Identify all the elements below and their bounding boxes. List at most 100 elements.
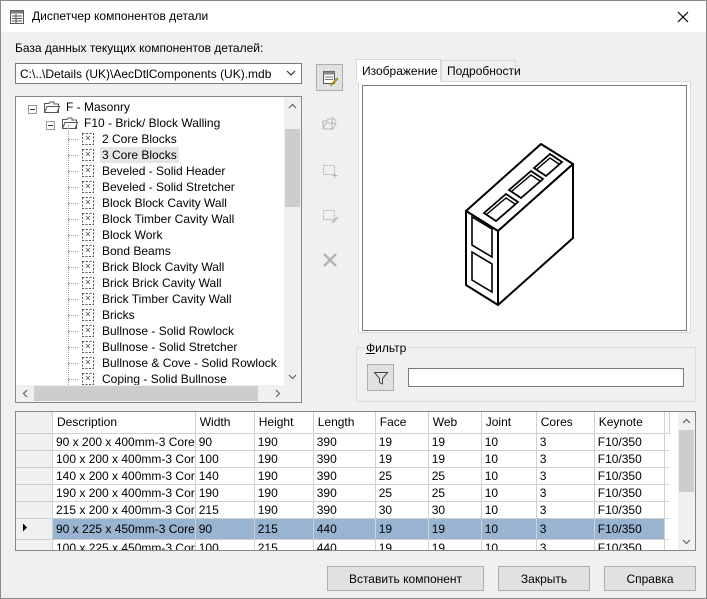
table-cell[interactable]: 390	[313, 501, 376, 519]
collapse-toggle-icon[interactable]	[28, 103, 37, 114]
open-folder-button[interactable]	[316, 110, 343, 137]
table-row[interactable]: 90 x 225 x 450mm-3 Core 90 215 440 19 19 10 3 F1…	[16, 518, 670, 540]
table-cell[interactable]: 19	[428, 450, 482, 468]
table-row[interactable]: 190 x 200 x 400mm-3 Cor 190 190 390 25 25 10 3 F…	[16, 484, 670, 502]
row-header[interactable]	[16, 484, 53, 502]
grid-scroll-thumb[interactable]	[679, 430, 694, 492]
table-cell[interactable]: 10	[481, 484, 537, 502]
table-row[interactable]: 90 x 200 x 400mm-3 Core 90 190 390 19 19 10 3 F1…	[16, 433, 670, 451]
database-path-dropdown[interactable]: C:\..\Details (UK)\AecDtlComponents (UK)…	[15, 63, 302, 84]
row-header[interactable]	[16, 467, 53, 485]
table-cell[interactable]: 215 x 200 x 400mm-3 Cor	[52, 501, 196, 519]
table-cell[interactable]: 440	[313, 518, 376, 540]
table-cell[interactable]: 390	[313, 484, 376, 502]
table-cell[interactable]: 10	[481, 433, 537, 451]
table-row[interactable]: 140 x 200 x 400mm-3 Cor 140 190 390 25 25 10 3 F…	[16, 467, 670, 485]
table-cell[interactable]: 3	[536, 484, 595, 502]
row-header[interactable]	[16, 501, 53, 519]
grid-scroll-up-arrow[interactable]	[678, 412, 695, 429]
table-cell[interactable]: 100	[195, 539, 255, 550]
table-cell[interactable]: 19	[375, 450, 429, 468]
table-cell[interactable]: 3	[536, 518, 595, 540]
table-cell[interactable]: 25	[428, 467, 482, 485]
table-cell[interactable]: 390	[313, 450, 376, 468]
column-header[interactable]: Length	[313, 412, 376, 434]
table-row[interactable]: 100 x 225 x 450mm-3 Cor 100 215 440 19 19 10 3 F…	[16, 539, 670, 550]
table-cell[interactable]: 30	[375, 501, 429, 519]
table-cell[interactable]: 390	[313, 467, 376, 485]
table-cell[interactable]: F10/350	[594, 539, 665, 550]
tree-horizontal-scrollbar[interactable]	[16, 385, 286, 402]
row-header[interactable]	[16, 450, 53, 468]
table-cell[interactable]: F10/350	[594, 433, 665, 451]
column-header[interactable]: Height	[254, 412, 314, 434]
column-header[interactable]: Width	[195, 412, 255, 434]
table-cell[interactable]: 190 x 200 x 400mm-3 Cor	[52, 484, 196, 502]
table-cell[interactable]: 3	[536, 450, 595, 468]
row-header[interactable]	[16, 539, 53, 550]
help-button[interactable]: Справка	[604, 566, 696, 591]
table-cell[interactable]: 90 x 200 x 400mm-3 Core	[52, 433, 196, 451]
scroll-up-arrow[interactable]	[284, 97, 301, 114]
table-cell[interactable]: 10	[481, 450, 537, 468]
table-cell[interactable]: 19	[375, 518, 429, 540]
table-cell[interactable]: 19	[375, 433, 429, 451]
column-header[interactable]: Joint	[481, 412, 537, 434]
table-cell[interactable]: 10	[481, 467, 537, 485]
add-selection-button[interactable]	[316, 156, 343, 183]
table-cell[interactable]: F10/350	[594, 518, 665, 540]
table-cell[interactable]: 215	[254, 539, 314, 550]
table-cell[interactable]: 90	[195, 518, 255, 540]
table-cell[interactable]: 19	[375, 539, 429, 550]
table-cell[interactable]: 100 x 200 x 400mm-3 Cor	[52, 450, 196, 468]
close-button[interactable]: Закрыть	[498, 566, 590, 591]
column-header[interactable]: Cores	[536, 412, 595, 434]
filter-button[interactable]	[367, 364, 394, 391]
collapse-toggle-icon[interactable]	[46, 119, 55, 130]
table-cell[interactable]: 30	[428, 501, 482, 519]
row-header[interactable]	[16, 518, 53, 540]
delete-button[interactable]	[316, 246, 343, 273]
column-header[interactable]: Web	[428, 412, 482, 434]
tree-scroll-thumb[interactable]	[285, 129, 300, 207]
table-cell[interactable]: F10/350	[594, 467, 665, 485]
tab-image[interactable]: Изображение	[356, 59, 441, 82]
table-cell[interactable]: 19	[428, 518, 482, 540]
table-cell[interactable]: 3	[536, 433, 595, 451]
table-cell[interactable]: 190	[254, 467, 314, 485]
grid-scroll-down-arrow[interactable]	[678, 533, 695, 550]
table-cell[interactable]: 3	[536, 467, 595, 485]
table-cell[interactable]: 190	[254, 484, 314, 502]
table-cell[interactable]: 19	[428, 433, 482, 451]
table-cell[interactable]: 215	[254, 518, 314, 540]
table-cell[interactable]: 10	[481, 501, 537, 519]
table-cell[interactable]: 3	[536, 539, 595, 550]
close-window-button[interactable]	[660, 1, 706, 32]
table-cell[interactable]: 10	[481, 518, 537, 540]
scroll-left-arrow[interactable]	[16, 385, 33, 402]
grid-vertical-scrollbar[interactable]	[678, 412, 695, 550]
table-cell[interactable]: 140	[195, 467, 255, 485]
table-cell[interactable]: 190	[254, 501, 314, 519]
scroll-down-arrow[interactable]	[284, 368, 301, 385]
table-cell[interactable]: 215	[195, 501, 255, 519]
table-row[interactable]: 215 x 200 x 400mm-3 Cor 215 190 390 30 30 10 3 F…	[16, 501, 670, 519]
edit-selection-button[interactable]	[316, 201, 343, 228]
table-cell[interactable]: 140 x 200 x 400mm-3 Cor	[52, 467, 196, 485]
table-cell[interactable]: 190	[254, 433, 314, 451]
table-cell[interactable]: 25	[375, 467, 429, 485]
table-cell[interactable]: 90	[195, 433, 255, 451]
table-cell[interactable]: 100 x 225 x 450mm-3 Cor	[52, 539, 196, 550]
column-header[interactable]: Face	[375, 412, 429, 434]
components-grid[interactable]: Description Width Height Length Face Web Joint…	[15, 411, 696, 551]
table-cell[interactable]: 190	[254, 450, 314, 468]
edit-database-button[interactable]	[316, 64, 343, 91]
table-cell[interactable]: 100	[195, 450, 255, 468]
table-cell[interactable]: 90 x 225 x 450mm-3 Core	[52, 518, 196, 540]
column-header[interactable]: Description	[52, 412, 196, 434]
table-cell[interactable]: F10/350	[594, 501, 665, 519]
filter-input[interactable]	[408, 368, 684, 387]
table-cell[interactable]: F10/350	[594, 450, 665, 468]
row-header[interactable]	[16, 433, 53, 451]
tree-hscroll-thumb[interactable]	[34, 386, 258, 401]
